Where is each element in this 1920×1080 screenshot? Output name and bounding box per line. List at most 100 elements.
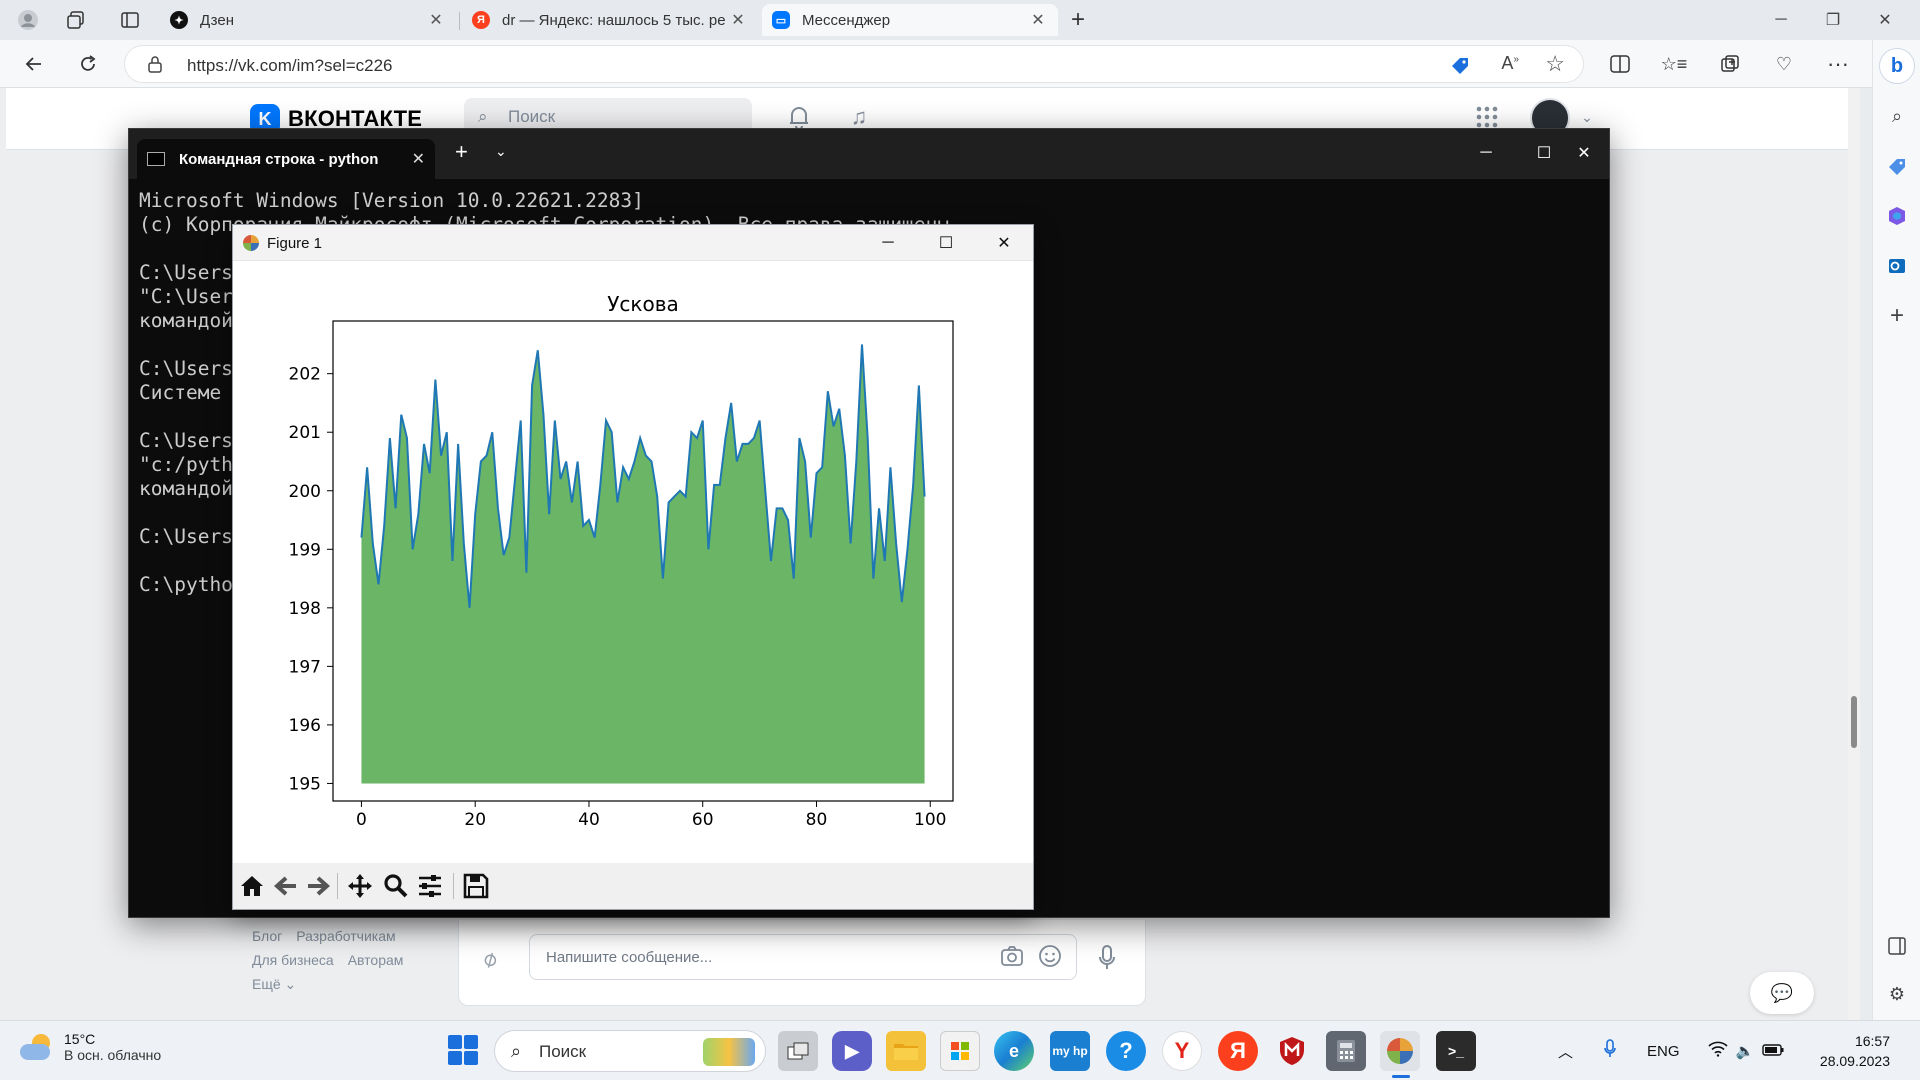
minimize-icon[interactable]: ─ bbox=[859, 225, 917, 261]
search-icon: ⌕ bbox=[478, 107, 488, 126]
calculator-icon[interactable] bbox=[1326, 1031, 1366, 1071]
workspaces-icon[interactable] bbox=[58, 2, 94, 38]
terminal-tab[interactable]: Командная строка - python ✕ bbox=[137, 139, 435, 179]
chevron-up-icon[interactable]: ︿ bbox=[1558, 1041, 1573, 1062]
new-tab-button[interactable]: + bbox=[1060, 2, 1096, 38]
yandex-icon[interactable]: Я bbox=[1218, 1031, 1258, 1071]
more-menu-icon[interactable]: ··· bbox=[1820, 46, 1856, 82]
chevron-down-icon[interactable]: ⌄ bbox=[495, 143, 507, 160]
scrollbar-thumb[interactable] bbox=[1851, 696, 1857, 748]
browser-essentials-icon[interactable]: ♡ bbox=[1766, 46, 1802, 82]
page-scrollbar[interactable] bbox=[1848, 88, 1860, 1020]
yandex-browser-icon[interactable]: Y bbox=[1162, 1031, 1202, 1071]
url-text: https://vk.com/im?sel=c226 bbox=[187, 56, 393, 75]
close-icon[interactable]: ✕ bbox=[728, 10, 748, 30]
close-window-icon[interactable]: ✕ bbox=[975, 225, 1033, 261]
file-explorer-icon[interactable] bbox=[886, 1031, 926, 1071]
tab-actions-icon[interactable] bbox=[112, 2, 148, 38]
restore-icon[interactable]: ❐ bbox=[1810, 0, 1856, 40]
favorite-star-icon[interactable]: ☆ bbox=[1545, 51, 1565, 77]
outlook-icon[interactable] bbox=[1879, 248, 1915, 284]
y-tick-label: 202 bbox=[289, 365, 321, 385]
emoji-icon[interactable] bbox=[1038, 944, 1062, 971]
chat-bubble-icon[interactable]: 💬 bbox=[1750, 972, 1814, 1014]
minimize-icon[interactable]: ─ bbox=[1463, 135, 1509, 171]
attach-icon[interactable]: ⌀ bbox=[477, 944, 501, 973]
save-icon[interactable] bbox=[461, 871, 491, 901]
mcafee-icon[interactable] bbox=[1272, 1031, 1312, 1071]
weather-widget[interactable]: 15°C В осн. облачно bbox=[20, 1031, 161, 1063]
help-icon[interactable]: ? bbox=[1106, 1031, 1146, 1071]
x-tick-label: 60 bbox=[692, 810, 714, 830]
back-icon[interactable] bbox=[16, 46, 52, 82]
zoom-icon[interactable] bbox=[381, 871, 411, 901]
link-developers[interactable]: Разработчикам bbox=[296, 928, 395, 944]
tab-yandex[interactable]: Я dr — Яндекс: нашлось 5 тыс. ре ✕ bbox=[462, 4, 758, 36]
close-window-icon[interactable]: ✕ bbox=[1862, 0, 1908, 40]
teams-chat-icon[interactable]: ▶ bbox=[832, 1031, 872, 1071]
collections-icon[interactable] bbox=[1712, 46, 1748, 82]
search-icon: ⌕ bbox=[511, 1041, 522, 1061]
start-button[interactable] bbox=[448, 1035, 478, 1065]
message-input[interactable]: Напишите сообщение... bbox=[529, 934, 1077, 980]
profile-icon[interactable] bbox=[10, 2, 46, 38]
close-icon[interactable]: ✕ bbox=[412, 149, 425, 169]
myhp-icon[interactable]: my hp bbox=[1050, 1031, 1090, 1071]
bing-copilot-icon[interactable]: b bbox=[1879, 48, 1915, 84]
shopping-tag-icon[interactable] bbox=[1879, 148, 1915, 184]
tab-zen[interactable]: ✦ Дзен ✕ bbox=[160, 4, 456, 36]
minimize-icon[interactable]: ─ bbox=[1758, 0, 1804, 40]
microsoft-store-icon[interactable] bbox=[940, 1031, 980, 1071]
maximize-icon[interactable]: ☐ bbox=[917, 225, 975, 261]
tab-messenger[interactable]: ▭ Мессенджер ✕ bbox=[762, 4, 1058, 36]
y-tick-label: 201 bbox=[289, 423, 321, 443]
language-indicator[interactable]: ENG bbox=[1647, 1043, 1680, 1060]
search-highlight-icon bbox=[703, 1038, 755, 1066]
address-bar[interactable]: https://vk.com/im?sel=c226 A» ☆ bbox=[124, 45, 1584, 83]
terminal-app-icon[interactable]: >_ bbox=[1436, 1031, 1476, 1071]
y-tick-label: 200 bbox=[289, 482, 321, 502]
microphone-icon[interactable] bbox=[1603, 1039, 1617, 1063]
settings-gear-icon[interactable]: ⚙ bbox=[1879, 976, 1915, 1012]
taskbar-search[interactable]: ⌕ Поиск bbox=[494, 1030, 766, 1072]
home-icon[interactable] bbox=[237, 871, 267, 901]
chart-canvas[interactable]: 0 20 40 60 80 100 195 196 197 198 199 200 201 202 Уско… bbox=[233, 261, 1033, 861]
configure-subplots-icon[interactable] bbox=[415, 871, 445, 901]
sidebar-toggle-icon[interactable] bbox=[1879, 928, 1915, 964]
y-tick-label: 195 bbox=[289, 774, 321, 794]
coupon-icon[interactable] bbox=[1449, 54, 1471, 79]
close-icon[interactable]: ✕ bbox=[426, 10, 446, 30]
new-tab-icon[interactable]: + bbox=[455, 139, 468, 165]
close-icon[interactable]: ✕ bbox=[1028, 10, 1048, 30]
link-more[interactable]: Ещё ⌄ bbox=[252, 976, 296, 992]
add-icon[interactable]: + bbox=[1879, 298, 1915, 334]
edge-sidebar: b ⌕ + ⚙ bbox=[1872, 40, 1920, 1020]
message-placeholder: Напишите сообщение... bbox=[546, 949, 713, 966]
x-tick-label: 100 bbox=[914, 810, 946, 830]
office-icon[interactable] bbox=[1879, 198, 1915, 234]
favorites-icon[interactable]: ☆≡ bbox=[1656, 46, 1692, 82]
python-figure-app-icon[interactable] bbox=[1380, 1031, 1420, 1071]
lock-icon[interactable] bbox=[147, 55, 163, 76]
link-blog[interactable]: Блог bbox=[252, 928, 282, 944]
link-business[interactable]: Для бизнеса bbox=[252, 952, 334, 968]
refresh-icon[interactable] bbox=[70, 46, 106, 82]
back-arrow-icon[interactable] bbox=[271, 871, 301, 901]
task-view-icon[interactable] bbox=[778, 1031, 818, 1071]
taskbar-clock[interactable]: 16:57 28.09.2023 bbox=[1780, 1031, 1890, 1071]
forward-arrow-icon[interactable] bbox=[303, 871, 333, 901]
matplotlib-icon bbox=[243, 235, 259, 251]
weather-temperature: 15°C bbox=[64, 1031, 96, 1047]
microphone-icon[interactable] bbox=[1097, 944, 1117, 975]
zen-icon: ✦ bbox=[170, 11, 188, 29]
wifi-icon[interactable] bbox=[1707, 1041, 1728, 1061]
split-screen-icon[interactable] bbox=[1602, 46, 1638, 82]
pan-icon[interactable] bbox=[345, 871, 375, 901]
volume-icon[interactable]: 🔈 bbox=[1736, 1042, 1755, 1060]
camera-icon[interactable] bbox=[1000, 945, 1024, 970]
edge-browser-icon[interactable]: e bbox=[994, 1031, 1034, 1071]
link-authors[interactable]: Авторам bbox=[348, 952, 404, 968]
search-icon[interactable]: ⌕ bbox=[1879, 98, 1915, 134]
read-aloud-icon[interactable]: A» bbox=[1501, 53, 1519, 74]
close-window-icon[interactable]: ✕ bbox=[1561, 135, 1607, 171]
